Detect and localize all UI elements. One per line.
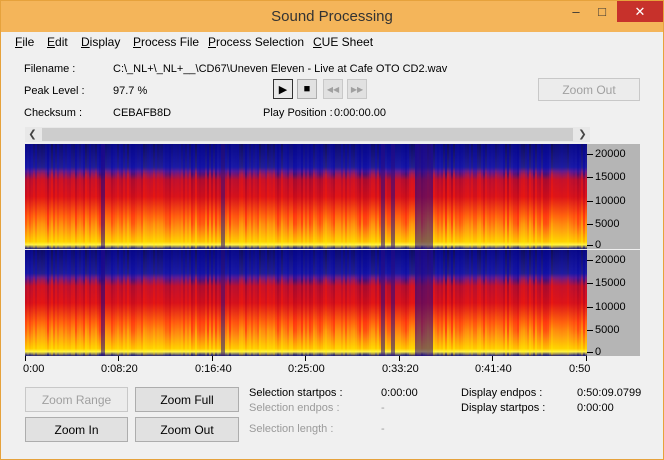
time-tick: 0:50 xyxy=(569,363,591,375)
spectrogram-dip xyxy=(221,250,225,356)
zoom-out-button[interactable]: Zoom Out xyxy=(135,417,239,442)
freq-tick: 0 xyxy=(586,346,602,358)
time-tick: 0:25:00 xyxy=(288,363,325,375)
freq-tick: 15000 xyxy=(587,171,626,183)
selection-length-value: - xyxy=(381,423,385,435)
freq-tick: 10000 xyxy=(587,195,626,207)
maximize-button[interactable]: □ xyxy=(589,1,615,22)
time-tick: 0:33:20 xyxy=(382,363,419,375)
time-tick: 0:41:40 xyxy=(475,363,512,375)
menu-display[interactable]: Display xyxy=(81,35,120,49)
scroll-right-icon[interactable]: ❯ xyxy=(575,127,590,142)
selection-length-label: Selection length : xyxy=(249,423,334,435)
spectrogram-dip xyxy=(381,250,385,356)
selection-end-value: - xyxy=(381,402,385,414)
checksum-label: Checksum : xyxy=(24,107,83,119)
spectrogram-texture xyxy=(25,250,587,356)
minimize-button[interactable]: – xyxy=(563,1,589,22)
time-axis: 0:00 0:08:20 0:16:40 0:25:00 0:33:20 0:4… xyxy=(23,356,591,378)
freq-tick: 5000 xyxy=(586,324,620,336)
checksum-value: CEBAFB8D xyxy=(113,107,172,119)
play-position-value: 0:00:00.00 xyxy=(334,107,386,119)
time-tick-mark xyxy=(399,356,400,361)
spectrogram-dip xyxy=(391,250,395,356)
title-bar: Sound Processing – □ ✕ xyxy=(1,1,663,32)
horizontal-scrollbar[interactable]: ❮ ❯ xyxy=(25,127,590,142)
spectrogram-channel-right[interactable] xyxy=(25,250,587,356)
freq-tick: 20000 xyxy=(587,148,626,160)
peak-level-value: 97.7 % xyxy=(113,85,148,97)
close-button[interactable]: ✕ xyxy=(617,1,663,22)
selection-end-label: Selection endpos : xyxy=(249,402,340,414)
display-start-label: Display startpos : xyxy=(461,402,546,414)
selection-start-value: 0:00:00 xyxy=(381,387,418,399)
filename-value: C:\_NL+\_NL+__\CD67\Uneven Eleven - Live… xyxy=(113,63,448,75)
spectrogram-dip xyxy=(381,144,385,249)
spectrogram-channel-left[interactable] xyxy=(25,144,587,249)
time-tick-mark xyxy=(492,356,493,361)
selection-start-label: Selection startpos : xyxy=(249,387,343,399)
fast-forward-button[interactable]: ▶▶ xyxy=(347,79,367,99)
stop-icon: ■ xyxy=(303,83,311,95)
filename-label: Filename : xyxy=(24,63,76,75)
display-end-label: Display endpos : xyxy=(461,387,543,399)
spectrogram-dip xyxy=(391,144,395,249)
time-tick: 0:08:20 xyxy=(101,363,138,375)
play-button[interactable]: ▶ xyxy=(273,79,293,99)
freq-tick: 20000 xyxy=(587,254,626,266)
zoom-out-top-button[interactable]: Zoom Out xyxy=(538,78,640,101)
fast-forward-icon: ▶▶ xyxy=(350,84,364,94)
frequency-axis-top: 20000 15000 10000 5000 0 xyxy=(586,144,640,251)
menu-process-selection[interactable]: Process Selection xyxy=(208,35,304,49)
spectrogram-dip xyxy=(101,250,105,356)
frequency-axis-bottom: 20000 15000 10000 5000 0 xyxy=(586,250,640,358)
rewind-button[interactable]: ◀◀ xyxy=(323,79,343,99)
stop-button[interactable]: ■ xyxy=(297,79,317,99)
menu-process-file[interactable]: Process File xyxy=(133,35,199,49)
freq-tick: 10000 xyxy=(587,301,626,313)
spectrogram-texture xyxy=(25,144,587,249)
time-tick: 0:16:40 xyxy=(195,363,232,375)
freq-tick: 5000 xyxy=(586,218,620,230)
time-tick-mark xyxy=(305,356,306,361)
play-icon: ▶ xyxy=(278,83,288,96)
app-window: Sound Processing – □ ✕ File Edit Display… xyxy=(0,0,664,460)
time-tick-mark xyxy=(586,356,587,361)
scrollbar-thumb[interactable] xyxy=(42,128,573,141)
zoom-in-button[interactable]: Zoom In xyxy=(25,417,128,442)
zoom-range-button[interactable]: Zoom Range xyxy=(25,387,128,412)
zoom-full-button[interactable]: Zoom Full xyxy=(135,387,239,412)
time-tick-mark xyxy=(25,356,26,361)
menu-cue-sheet[interactable]: CUE Sheet xyxy=(313,35,373,49)
display-end-value: 0:50:09.0799 xyxy=(577,387,642,399)
menu-file[interactable]: File xyxy=(15,35,34,49)
spectrogram-dip xyxy=(415,144,433,249)
spectrogram-dip xyxy=(101,144,105,249)
menu-edit[interactable]: Edit xyxy=(47,35,68,49)
freq-tick: 15000 xyxy=(587,277,626,289)
display-start-value: 0:00:00 xyxy=(577,402,614,414)
play-position-label: Play Position : xyxy=(263,107,333,119)
time-tick-mark xyxy=(212,356,213,361)
spectrogram-dip xyxy=(415,250,433,356)
time-tick: 0:00 xyxy=(23,363,45,375)
spectrogram-dip xyxy=(221,144,225,249)
peak-level-label: Peak Level : xyxy=(24,85,85,97)
menu-bar: File Edit Display Process File Process S… xyxy=(1,32,663,52)
time-tick-mark xyxy=(118,356,119,361)
scroll-left-icon[interactable]: ❮ xyxy=(25,127,40,142)
rewind-icon: ◀◀ xyxy=(326,84,340,94)
